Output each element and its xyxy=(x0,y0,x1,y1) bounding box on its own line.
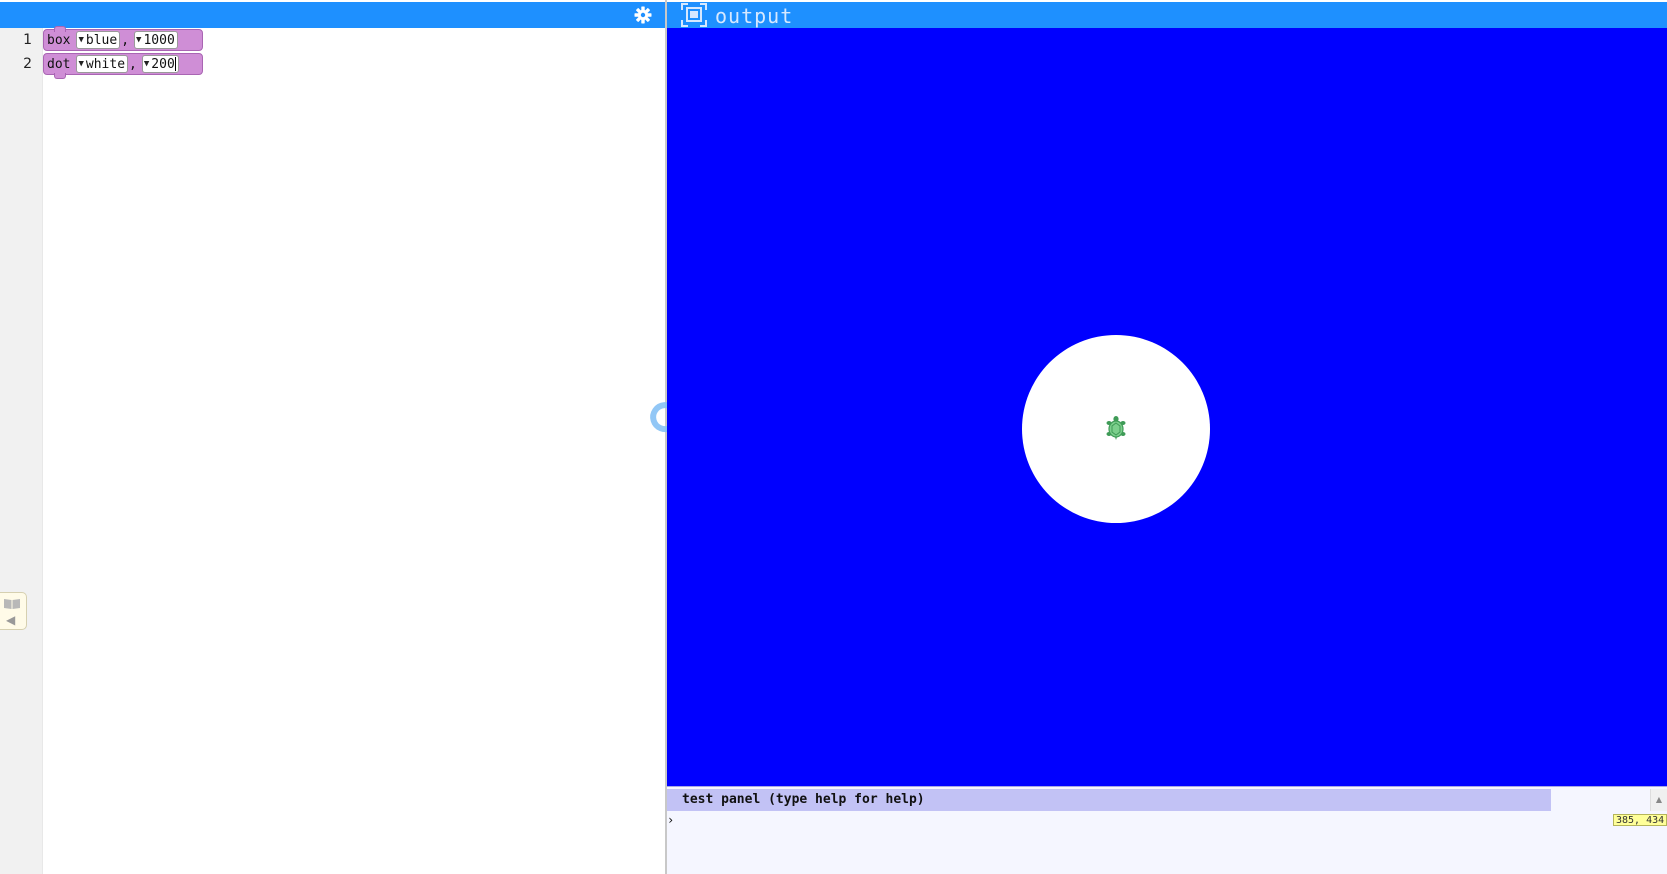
test-panel-title: test panel (type help for help) xyxy=(682,792,925,807)
size-value: 1000 xyxy=(143,32,175,48)
mouse-coordinates: 385, 434 xyxy=(1613,814,1667,826)
chevron-down-icon: ▼ xyxy=(143,59,150,69)
block-command: box xyxy=(47,32,71,48)
block-connector xyxy=(54,73,66,79)
color-value: blue xyxy=(85,32,118,48)
output-title: output xyxy=(715,4,794,28)
output-header-bar: output xyxy=(667,2,1667,28)
code-block-dot[interactable]: dot ▼ white , ▼ 200 xyxy=(43,53,203,79)
turtle-icon xyxy=(1106,416,1126,440)
book-icon xyxy=(4,599,20,609)
argument-separator: , xyxy=(121,32,130,48)
argument-separator: , xyxy=(129,56,137,72)
line-number: 2 xyxy=(23,56,32,72)
block-command: dot xyxy=(47,56,71,72)
fullscreen-icon[interactable] xyxy=(681,3,707,27)
editor-header-bar xyxy=(0,2,665,28)
size-value: 200 xyxy=(151,56,175,72)
test-panel-header: test panel (type help for help) xyxy=(667,789,1551,811)
test-command-input[interactable] xyxy=(681,813,1511,829)
size-dropdown[interactable]: ▼ 200 xyxy=(141,55,179,73)
line-number: 1 xyxy=(23,32,32,48)
color-dropdown[interactable]: ▼ blue xyxy=(76,31,121,49)
palette-toggle-button[interactable]: ◀ xyxy=(0,592,27,630)
output-pane: output test panel (type help for help) ▲… xyxy=(667,0,1667,874)
turtle-canvas[interactable] xyxy=(667,28,1667,786)
code-editor-pane: 1 2 box ▼ blue , ▼ 1000 dot ▼ white , ▼ … xyxy=(0,0,665,874)
chevron-down-icon: ▼ xyxy=(136,35,142,45)
block-connector xyxy=(54,26,66,32)
text-cursor xyxy=(174,57,176,71)
chevron-left-icon: ◀ xyxy=(6,613,16,627)
size-dropdown[interactable]: ▼ 1000 xyxy=(134,31,178,49)
color-value: white xyxy=(85,56,126,72)
code-block-box[interactable]: box ▼ blue , ▼ 1000 xyxy=(43,26,203,51)
gear-icon[interactable] xyxy=(633,5,653,25)
pencil-code-app: 1 2 box ▼ blue , ▼ 1000 dot ▼ white , ▼ … xyxy=(0,0,1667,874)
scroll-up-arrow[interactable]: ▲ xyxy=(1650,789,1667,811)
color-dropdown[interactable]: ▼ white xyxy=(76,55,129,73)
line-number-gutter: 1 2 xyxy=(0,28,43,874)
prompt-symbol: › xyxy=(667,813,675,827)
test-panel: test panel (type help for help) ▲ › 385,… xyxy=(667,786,1667,874)
chevron-down-icon: ▼ xyxy=(78,35,84,45)
chevron-down-icon: ▼ xyxy=(78,59,84,69)
